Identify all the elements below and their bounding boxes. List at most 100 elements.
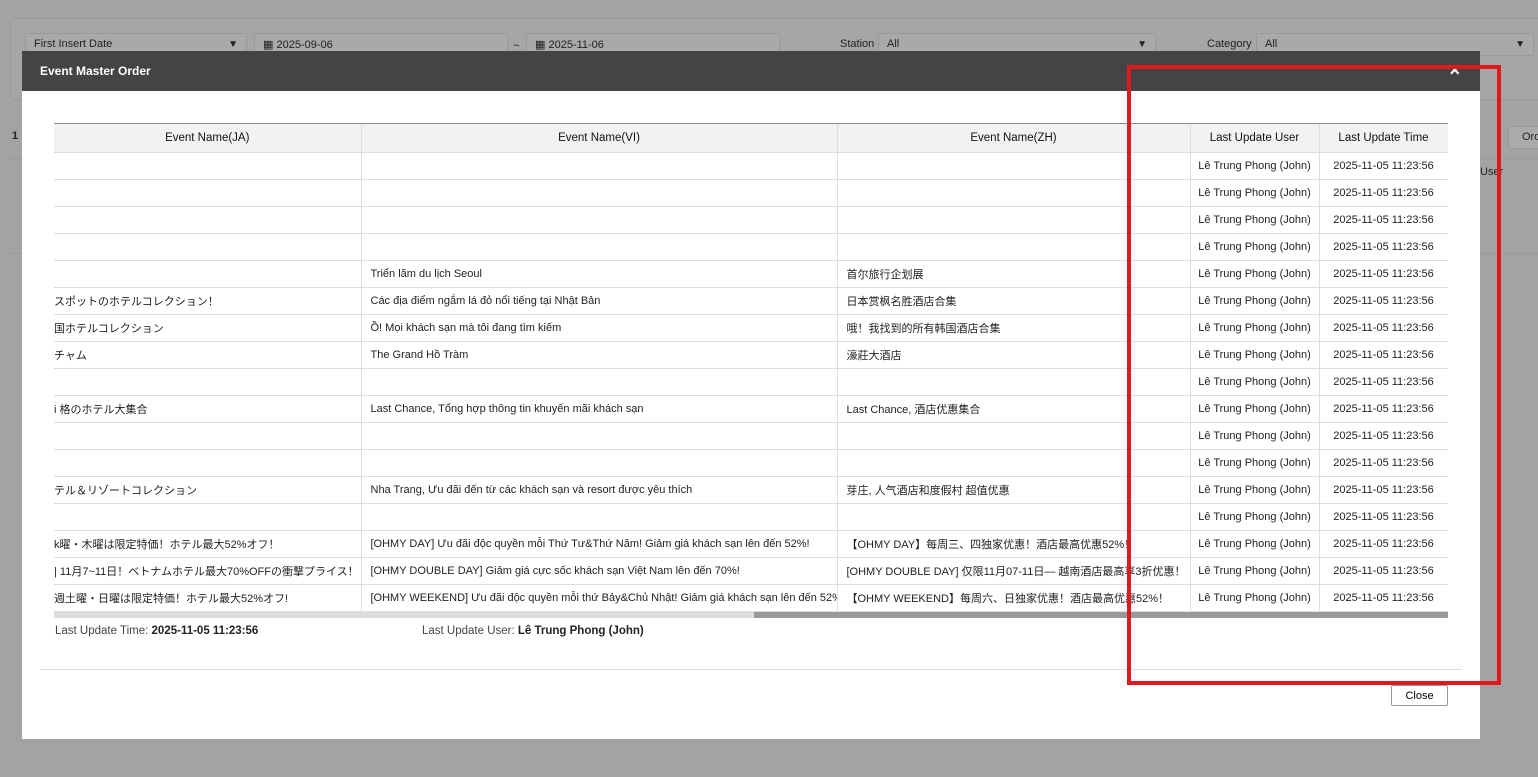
table-row[interactable]: テル＆リゾートコレクション Nha Trang, Ưu đãi đến từ cá… xyxy=(54,476,1448,504)
cell-ja-text: | 11月7~11日！ベトナムホテル最大70%OFFの衝撃プライス！ xyxy=(54,565,359,578)
cell-ja: 国ホテルコレクション xyxy=(54,314,362,342)
calendar-icon: ▦ xyxy=(263,39,274,51)
cell-user: Lê Trung Phong (John) xyxy=(1190,530,1320,558)
footer-divider xyxy=(40,669,1462,670)
table-row[interactable]: Triển lãm du lịch Seoul 首尔旅行企划展 Lê Trung P… xyxy=(54,260,1448,288)
cell-vi: Ồ! Mọi khách sạn mà tôi đang tìm kiếm xyxy=(361,314,838,342)
cell-time: 2025-11-05 11:23:56 xyxy=(1319,341,1448,369)
cell-time: 2025-11-05 11:23:56 xyxy=(1319,530,1448,558)
close-icon[interactable]: × xyxy=(1449,60,1460,81)
cell-vi xyxy=(361,233,838,261)
cell-time: 2025-11-05 11:23:56 xyxy=(1319,449,1448,477)
table-row[interactable]: Lê Trung Phong (John) 2025-11-05 11:23:56 xyxy=(54,449,1448,477)
cell-ja xyxy=(54,422,362,450)
cell-ja-text: チャム xyxy=(54,349,87,362)
cell-ja-text: スポットのホテルコレクション！ xyxy=(54,295,219,308)
date-to-value: 2025-11-06 xyxy=(548,39,604,51)
cell-ja xyxy=(54,368,362,396)
column-header[interactable]: Event Name(ZH) xyxy=(837,124,1191,153)
cell-ja-text: k曜・木曜は限定特価！ホテル最大52%オフ！ xyxy=(54,538,280,551)
cell-zh: 芽庄, 人气酒店和度假村 超值优惠 xyxy=(837,476,1191,504)
cell-user: Lê Trung Phong (John) xyxy=(1190,395,1320,423)
cell-time: 2025-11-05 11:23:56 xyxy=(1319,206,1448,234)
event-master-order-modal: Event Master Order × Event Name(JA) Event… xyxy=(22,51,1480,739)
chevron-down-icon: ▼ xyxy=(1515,39,1525,50)
column-header[interactable]: Event Name(VI) xyxy=(361,124,838,153)
footer-last-update-time: Last Update Time: 2025-11-05 11:23:56 xyxy=(55,625,258,637)
cell-ja: 週土曜・日曜は限定特価！ホテル最大52%オフ! xyxy=(54,584,362,612)
cell-vi xyxy=(361,422,838,450)
cell-ja: テル＆リゾートコレクション xyxy=(54,476,362,504)
cell-zh xyxy=(837,422,1191,450)
table-row[interactable]: Lê Trung Phong (John) 2025-11-05 11:23:56 xyxy=(54,233,1448,261)
table-row[interactable]: スポットのホテルコレクション！ Các địa điểm ngắm lá đỏ n… xyxy=(54,287,1448,315)
table-row[interactable]: Lê Trung Phong (John) 2025-11-05 11:23:56 xyxy=(54,503,1448,531)
table-row[interactable]: Lê Trung Phong (John) 2025-11-05 11:23:56 xyxy=(54,206,1448,234)
cell-user: Lê Trung Phong (John) xyxy=(1190,152,1320,180)
time-value: 2025-11-05 11:23:56 xyxy=(151,625,259,637)
table-row[interactable]: Lê Trung Phong (John) 2025-11-05 11:23:56 xyxy=(54,422,1448,450)
time-label: Last Update Time: xyxy=(55,625,149,637)
cell-zh: [OHMY DOUBLE DAY] 仅限11月07-11日— 越南酒店最高享3折… xyxy=(837,557,1191,585)
table-row[interactable]: Lê Trung Phong (John) 2025-11-05 11:23:56 xyxy=(54,179,1448,207)
cell-time: 2025-11-05 11:23:56 xyxy=(1319,233,1448,261)
column-header[interactable]: Last Update Time xyxy=(1319,124,1448,153)
date-from-value: 2025-09-06 xyxy=(276,39,333,51)
cell-ja-text: i 格のホテル大集合 xyxy=(54,403,148,416)
chevron-down-icon: ▼ xyxy=(228,39,238,50)
cell-ja xyxy=(54,449,362,477)
cell-ja: スポットのホテルコレクション！ xyxy=(54,287,362,315)
cell-time: 2025-11-05 11:23:56 xyxy=(1319,260,1448,288)
cell-user: Lê Trung Phong (John) xyxy=(1190,287,1320,315)
table-row[interactable]: チャム The Grand Hồ Tràm 濠莊大酒店 Lê Trung Phong … xyxy=(54,341,1448,369)
cell-time: 2025-11-05 11:23:56 xyxy=(1319,395,1448,423)
cell-vi: [OHMY WEEKEND] Ưu đãi độc quyền mỗi thứ … xyxy=(361,584,838,612)
cell-time: 2025-11-05 11:23:56 xyxy=(1319,368,1448,396)
close-button[interactable]: Close xyxy=(1391,685,1448,706)
cell-zh: Last Chance, 酒店优惠集合 xyxy=(837,395,1191,423)
cell-zh: 【OHMY WEEKEND】每周六、日独家优惠！酒店最高优惠52%！ xyxy=(837,584,1191,612)
cell-vi xyxy=(361,152,838,180)
cell-ja: | 11月7~11日！ベトナムホテル最大70%OFFの衝撃プライス！ xyxy=(54,557,362,585)
cell-ja xyxy=(54,233,362,261)
table-row[interactable]: | 11月7~11日！ベトナムホテル最大70%OFFの衝撃プライス！ [OHMY … xyxy=(54,557,1448,585)
cell-vi: Nha Trang, Ưu đãi đến từ các khách sạn v… xyxy=(361,476,838,504)
cell-vi: [OHMY DAY] Ưu đãi độc quyền mỗi Thứ Tư&T… xyxy=(361,530,838,558)
cell-user: Lê Trung Phong (John) xyxy=(1190,206,1320,234)
cell-ja: k曜・木曜は限定特価！ホテル最大52%オフ！ xyxy=(54,530,362,558)
table-row[interactable]: Lê Trung Phong (John) 2025-11-05 11:23:56 xyxy=(54,152,1448,180)
cell-zh xyxy=(837,206,1191,234)
cell-time: 2025-11-05 11:23:56 xyxy=(1319,152,1448,180)
cell-user: Lê Trung Phong (John) xyxy=(1190,449,1320,477)
cell-vi: [OHMY DOUBLE DAY] Giảm giá cực sốc khách… xyxy=(361,557,838,585)
cell-vi: Last Chance, Tổng hợp thông tin khuyến m… xyxy=(361,395,838,423)
cell-user: Lê Trung Phong (John) xyxy=(1190,557,1320,585)
cell-zh xyxy=(837,233,1191,261)
user-label: Last Update User: xyxy=(422,625,515,637)
cell-vi xyxy=(361,206,838,234)
horizontal-scrollbar[interactable] xyxy=(54,611,1448,618)
cell-user: Lê Trung Phong (John) xyxy=(1190,503,1320,531)
cell-vi: Các địa điểm ngắm lá đỏ nổi tiếng tại Nh… xyxy=(361,287,838,315)
calendar-icon: ▦ xyxy=(535,39,546,51)
cell-ja-text: テル＆リゾートコレクション xyxy=(54,484,197,497)
column-header[interactable]: Last Update User xyxy=(1190,124,1320,153)
cell-vi xyxy=(361,179,838,207)
scrollbar-thumb[interactable] xyxy=(754,611,1448,618)
cell-user: Lê Trung Phong (John) xyxy=(1190,179,1320,207)
table-row[interactable]: Lê Trung Phong (John) 2025-11-05 11:23:56 xyxy=(54,368,1448,396)
cell-zh xyxy=(837,449,1191,477)
category-value: All xyxy=(1265,38,1278,50)
cell-user: Lê Trung Phong (John) xyxy=(1190,422,1320,450)
date-type-value: First Insert Date xyxy=(34,38,113,50)
cell-user: Lê Trung Phong (John) xyxy=(1190,341,1320,369)
column-header[interactable]: Event Name(JA) xyxy=(54,124,362,153)
table-row[interactable]: k曜・木曜は限定特価！ホテル最大52%オフ！ [OHMY DAY] Ưu đãi … xyxy=(54,530,1448,558)
table-row[interactable]: 週土曜・日曜は限定特価！ホテル最大52%オフ! [OHMY WEEKEND] Ưu… xyxy=(54,584,1448,612)
cell-ja xyxy=(54,179,362,207)
cell-zh: 首尔旅行企划展 xyxy=(837,260,1191,288)
table-row[interactable]: i 格のホテル大集合 Last Chance, Tổng hợp thông ti… xyxy=(54,395,1448,423)
order-button[interactable]: Ord xyxy=(1508,126,1538,149)
table-row[interactable]: 国ホテルコレクション Ồ! Mọi khách sạn mà tôi đang t… xyxy=(54,314,1448,342)
cell-user: Lê Trung Phong (John) xyxy=(1190,314,1320,342)
